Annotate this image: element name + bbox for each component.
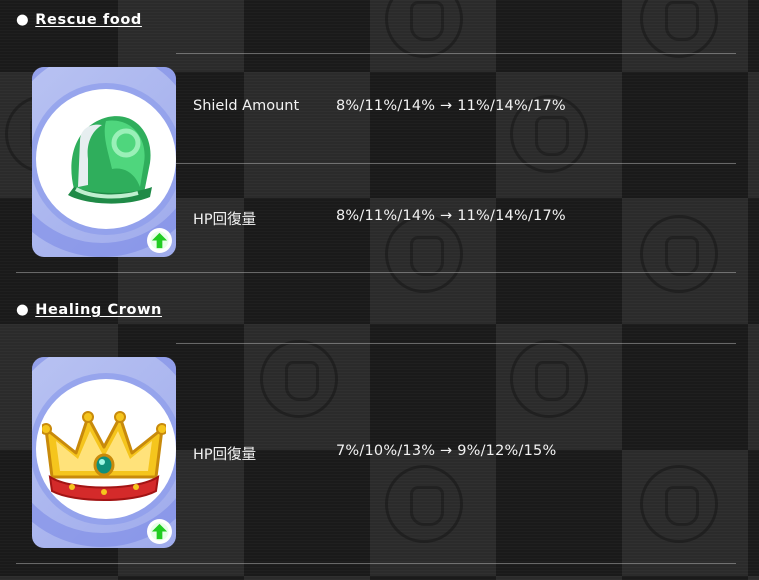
bullet-icon: ● bbox=[16, 12, 30, 28]
stat-name: HP回復量 bbox=[193, 212, 257, 228]
section-title: Rescue food bbox=[35, 12, 142, 28]
stat-value: 8%/11%/14% → 11%/14%/17% bbox=[336, 98, 566, 114]
section-divider bbox=[16, 272, 736, 273]
stat-name: HP回復量 bbox=[193, 447, 257, 463]
section-header-healing-crown[interactable]: ● Healing Crown bbox=[16, 302, 162, 318]
divider bbox=[176, 343, 736, 344]
upgrade-badge bbox=[147, 228, 172, 253]
bullet-icon: ● bbox=[16, 302, 30, 318]
background-emblem bbox=[385, 465, 463, 543]
divider bbox=[176, 163, 736, 164]
rescue-food-hood-icon bbox=[68, 116, 152, 204]
background-emblem bbox=[385, 0, 463, 58]
section-divider bbox=[16, 563, 736, 564]
background-emblem bbox=[640, 0, 718, 58]
stat-value: 8%/11%/14% → 11%/14%/17% bbox=[336, 208, 566, 224]
divider bbox=[176, 53, 736, 54]
healing-crown-icon bbox=[42, 411, 166, 501]
section-header-rescue-food[interactable]: ● Rescue food bbox=[16, 12, 142, 28]
stat-name: Shield Amount bbox=[193, 98, 300, 114]
section-title: Healing Crown bbox=[35, 302, 162, 318]
upgrade-badge bbox=[147, 519, 172, 544]
background-emblem bbox=[260, 340, 338, 418]
background-emblem bbox=[385, 215, 463, 293]
stat-value: 7%/10%/13% → 9%/12%/15% bbox=[336, 443, 557, 459]
background-emblem bbox=[640, 215, 718, 293]
item-card-rescue-food bbox=[32, 67, 176, 257]
green-up-arrow-icon bbox=[150, 522, 169, 541]
green-up-arrow-icon bbox=[150, 231, 169, 250]
background-emblem bbox=[640, 465, 718, 543]
background-emblem bbox=[510, 340, 588, 418]
item-card-healing-crown bbox=[32, 357, 176, 548]
